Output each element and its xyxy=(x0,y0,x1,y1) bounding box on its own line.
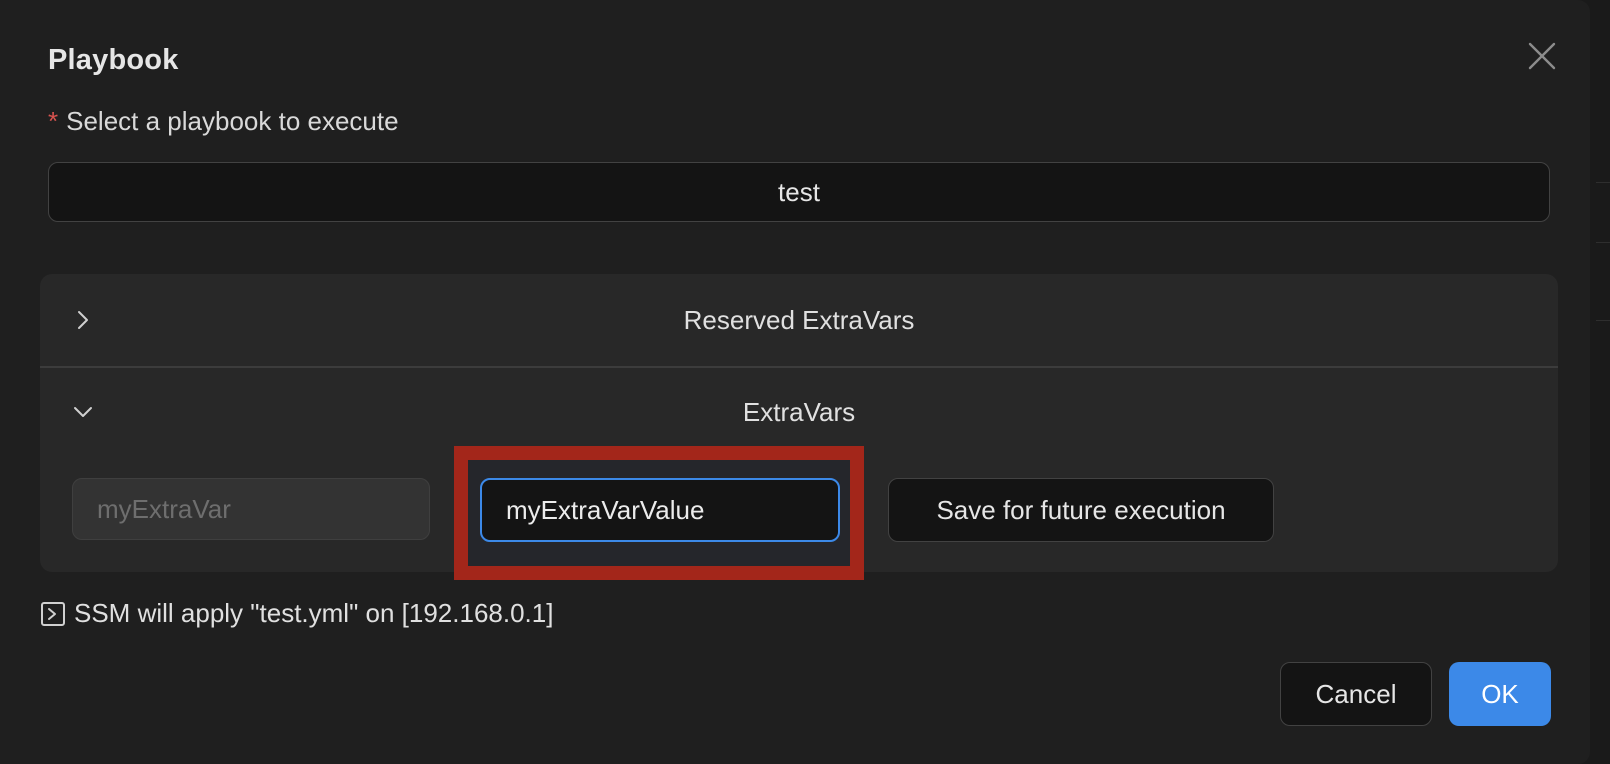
close-button[interactable] xyxy=(1524,38,1560,74)
backdrop-divider xyxy=(1596,242,1610,243)
extravars-label: ExtraVars xyxy=(742,396,856,427)
extravar-value-input[interactable]: myExtraVarValue xyxy=(480,478,840,542)
close-icon xyxy=(1524,38,1560,74)
backdrop-divider xyxy=(1596,320,1610,321)
playbook-select-value: test xyxy=(778,176,820,207)
extravar-value-text: myExtraVarValue xyxy=(506,494,705,525)
playbook-field-label-text: Select a playbook to execute xyxy=(66,106,399,136)
save-for-future-label: Save for future execution xyxy=(936,494,1226,525)
extravar-key-text: myExtraVar xyxy=(97,493,231,524)
modal-title: Playbook xyxy=(48,44,179,76)
reserved-extravars-label: Reserved ExtraVars xyxy=(683,304,915,335)
playbook-field-label: * Select a playbook to execute xyxy=(48,106,399,137)
ok-button[interactable]: OK xyxy=(1449,662,1551,726)
chevron-right-icon xyxy=(72,309,94,331)
execution-summary-text: SSM will apply "test.yml" on [192.168.0.… xyxy=(74,598,554,628)
save-for-future-button[interactable]: Save for future execution xyxy=(888,478,1274,542)
required-mark: * xyxy=(48,106,59,136)
playbook-modal: Playbook * Select a playbook to execute t… xyxy=(0,0,1590,764)
ok-label: OK xyxy=(1481,678,1519,709)
terminal-icon xyxy=(40,601,66,627)
chevron-down-icon xyxy=(72,401,94,423)
execution-summary: SSM will apply "test.yml" on [192.168.0.… xyxy=(40,598,553,629)
cancel-button[interactable]: Cancel xyxy=(1280,662,1432,726)
extravar-key-field: myExtraVar xyxy=(72,478,430,540)
reserved-extravars-header[interactable]: Reserved ExtraVars xyxy=(40,274,1558,366)
playbook-select[interactable]: test xyxy=(48,162,1550,222)
backdrop-divider xyxy=(1596,182,1610,183)
extravars-header[interactable]: ExtraVars xyxy=(40,366,1558,458)
cancel-label: Cancel xyxy=(1315,678,1397,709)
